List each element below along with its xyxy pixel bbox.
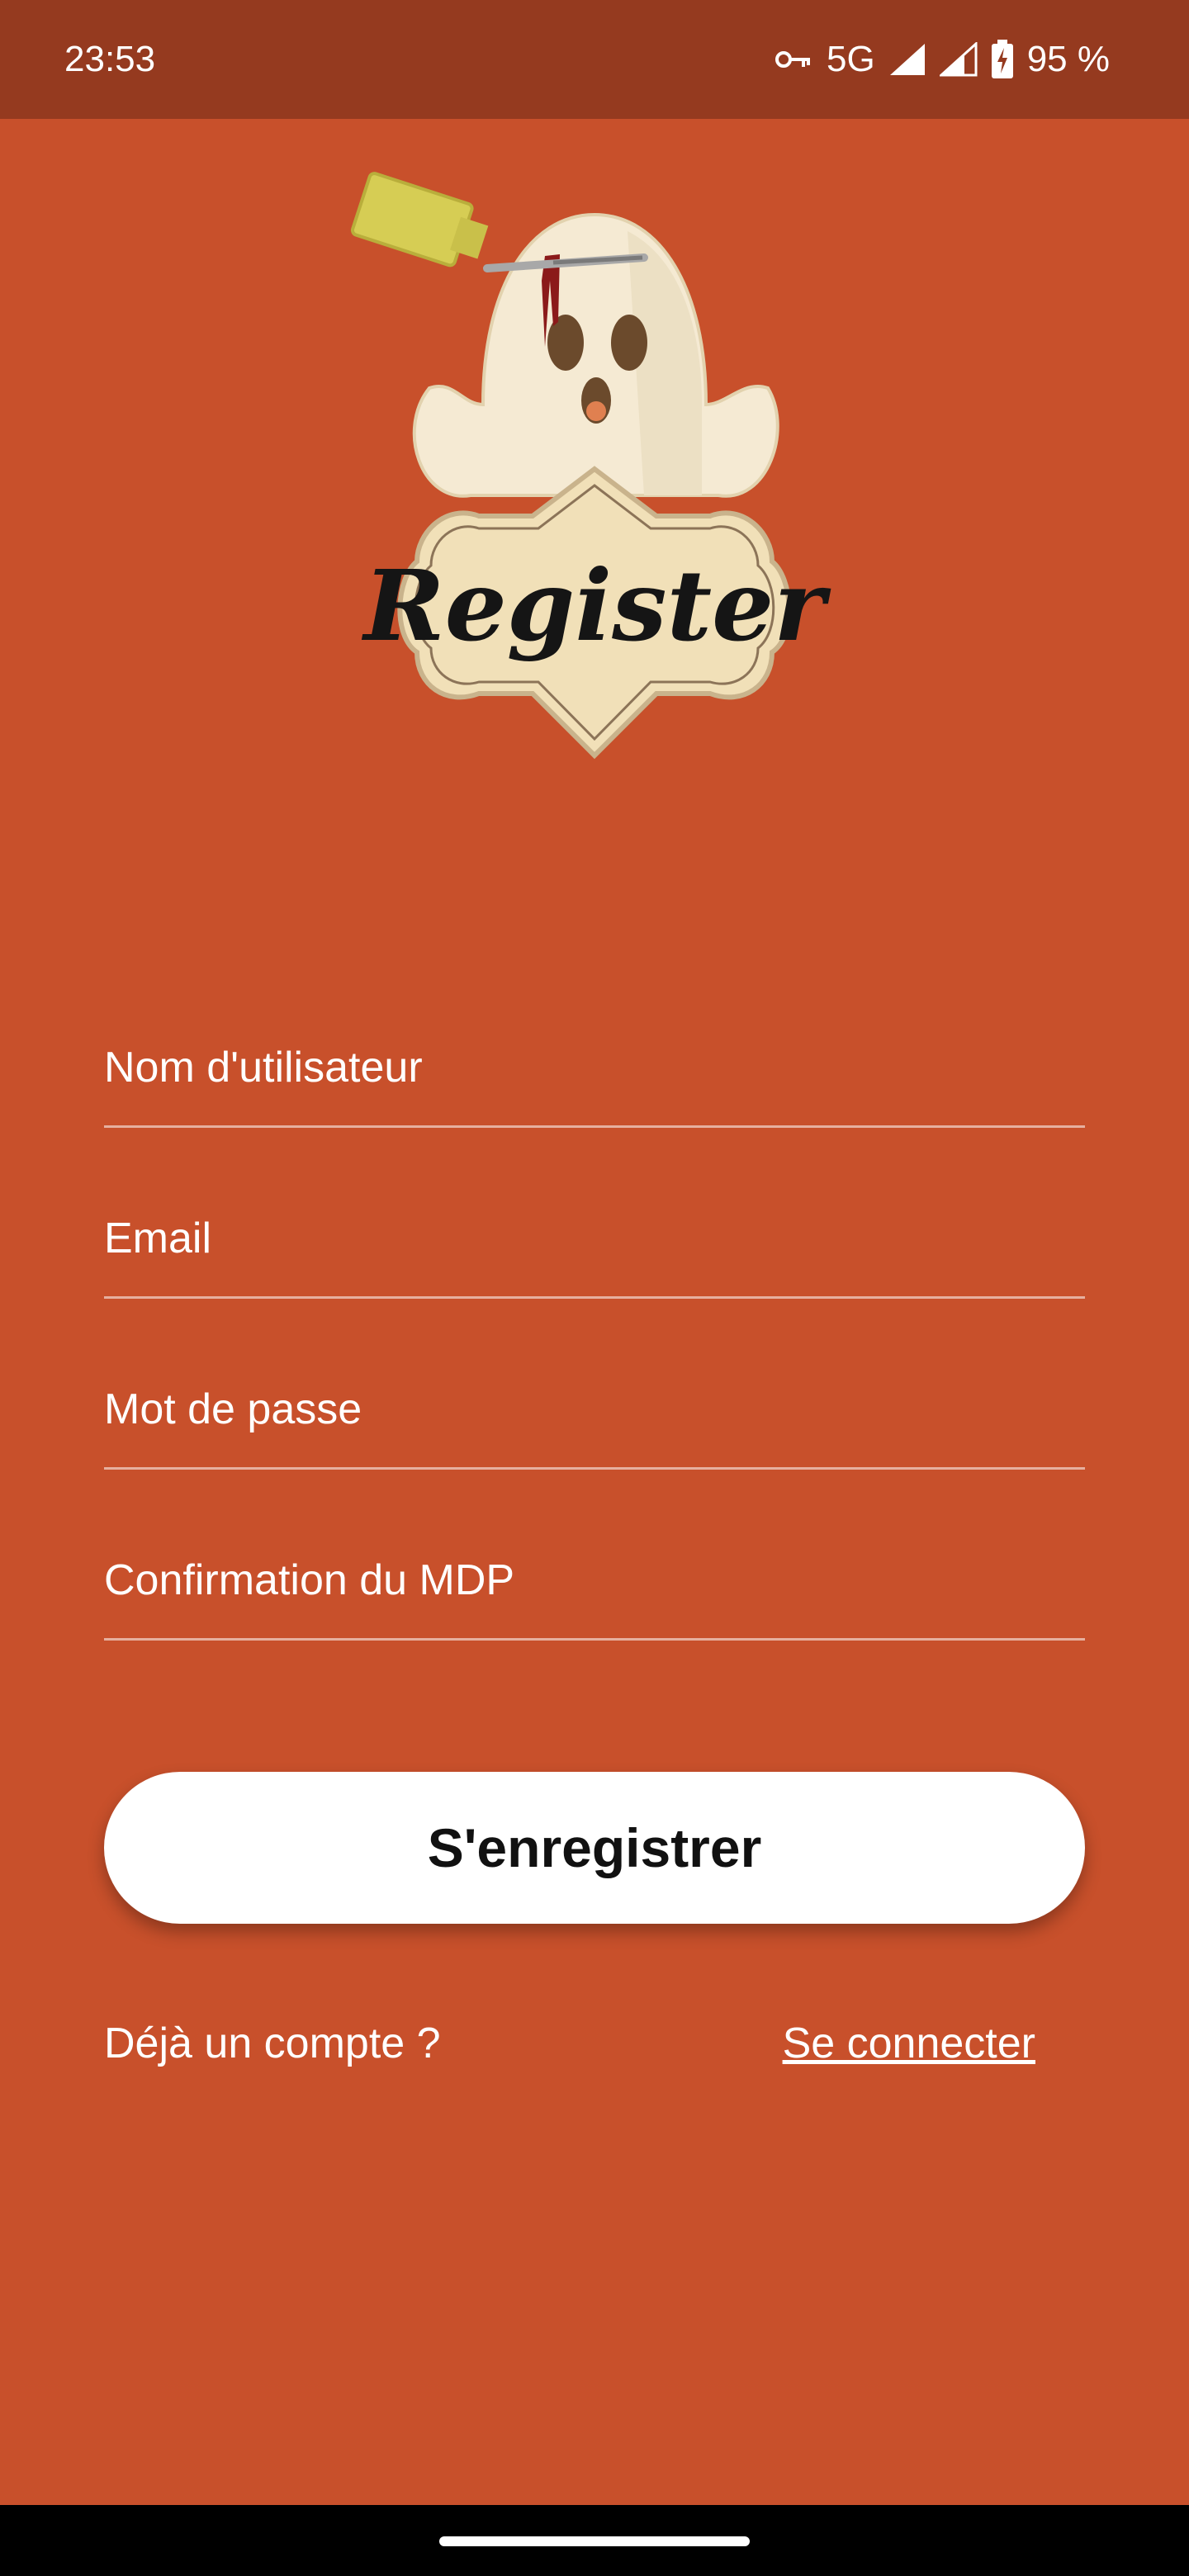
status-time: 23:53	[64, 39, 156, 79]
battery-charging-icon	[991, 40, 1013, 78]
password-input[interactable]	[104, 1385, 1085, 1434]
email-field[interactable]	[104, 1191, 1085, 1299]
confirm-password-field[interactable]	[104, 1533, 1085, 1641]
existing-account-prompt: Déjà un compte ?	[104, 2020, 441, 2067]
status-icons: 5G 95 %	[774, 35, 1110, 84]
battery-level: 95 %	[1026, 39, 1110, 79]
ghost-pushpin-icon: Register	[350, 172, 831, 760]
email-input[interactable]	[104, 1214, 1085, 1263]
username-input[interactable]	[104, 1043, 1085, 1092]
home-indicator[interactable]	[439, 2536, 750, 2546]
register-logo-text: Register	[362, 548, 831, 663]
key-icon	[775, 51, 810, 68]
password-field[interactable]	[104, 1362, 1085, 1470]
username-field[interactable]	[104, 1020, 1085, 1128]
navigation-bar	[0, 2505, 1189, 2576]
register-button[interactable]: S'enregistrer	[104, 1772, 1085, 1924]
login-link[interactable]: Se connecter	[783, 2015, 1035, 2072]
register-logo: Register	[297, 157, 892, 809]
signal-icon	[939, 42, 978, 77]
signal-icon	[889, 44, 925, 75]
confirm-password-input[interactable]	[104, 1556, 1085, 1605]
status-bar: 23:53 5G 95 %	[0, 0, 1189, 119]
network-type: 5G	[827, 39, 875, 79]
